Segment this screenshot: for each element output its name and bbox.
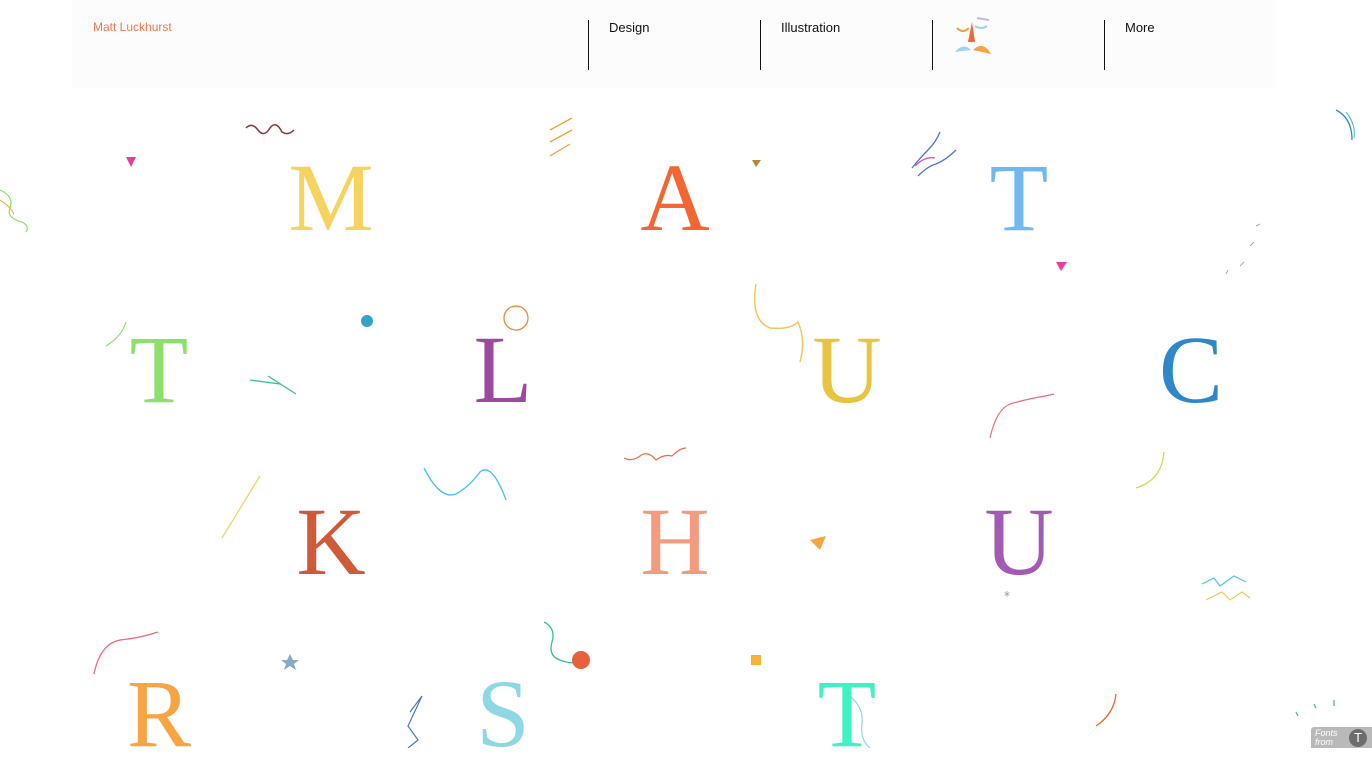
brand-link[interactable]: Matt Luckhurst [93, 20, 172, 34]
name-letter-t1: T [989, 144, 1049, 251]
fonts-from-badge[interactable]: Fonts from T [1311, 727, 1372, 748]
typekit-icon: T [1349, 729, 1367, 747]
nav-link-design[interactable]: Design [609, 20, 649, 36]
name-letter-m: M [288, 144, 374, 251]
nav-item-logo [932, 17, 1103, 70]
nav-item-design: Design [588, 20, 759, 70]
nav-link-illustration[interactable]: Illustration [781, 20, 840, 36]
face-logo-icon[interactable] [951, 16, 995, 60]
name-letter-k: K [296, 488, 366, 595]
fonts-from-text: Fonts from [1315, 728, 1338, 747]
name-letter-l: L [473, 316, 533, 423]
name-letter-u2: U [984, 488, 1054, 595]
name-letter-a: A [640, 144, 710, 251]
name-letter-u1: U [812, 316, 882, 423]
name-letter-c: C [1158, 316, 1224, 423]
site-header: Matt Luckhurst Design Illustration More [72, 0, 1276, 88]
nav-link-more[interactable]: More [1125, 20, 1155, 36]
name-letter-h: H [640, 488, 710, 595]
nav-item-illustration: Illustration [760, 20, 931, 70]
name-letter-t2: T [129, 316, 189, 423]
nav-item-more: More [1104, 20, 1275, 70]
